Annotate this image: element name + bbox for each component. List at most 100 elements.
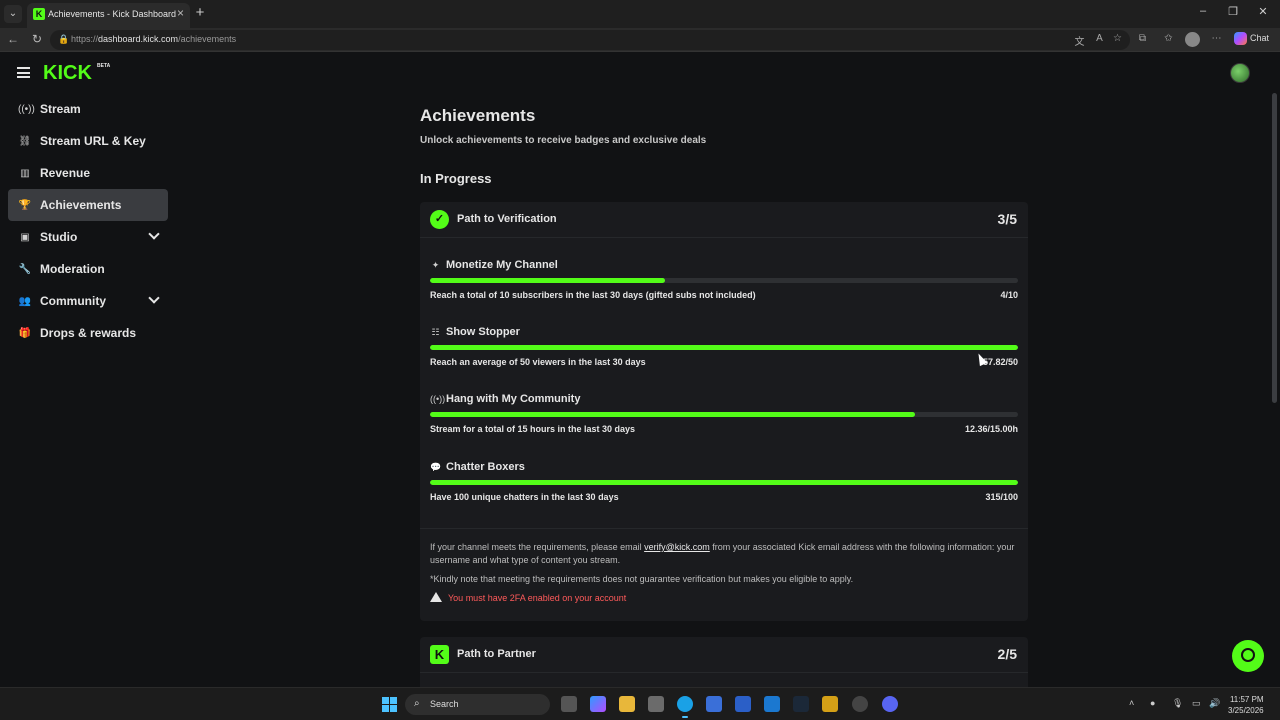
progress-fill (430, 412, 915, 417)
gift-icon: 🎁 (18, 327, 32, 339)
volume-icon[interactable]: 🔊 (1209, 698, 1220, 709)
sidebar-item-label: Community (40, 294, 106, 308)
sidebar-item-studio[interactable]: ▣ Studio (8, 221, 168, 253)
url-domain: dashboard.kick.com (98, 34, 179, 44)
progress-fill (430, 278, 666, 283)
sidebar-item-label: Stream URL & Key (40, 134, 146, 148)
viewers-icon: ☷ (431, 327, 440, 337)
achievement-name: Show Stopper (446, 326, 520, 338)
card-title: Path to Verification (457, 213, 557, 225)
chevron-down-icon[interactable] (148, 292, 160, 304)
hamburger-menu-icon[interactable] (17, 67, 30, 78)
sidebar-item-revenue[interactable]: ▥ Revenue (8, 157, 168, 189)
copilot-app-icon[interactable] (590, 696, 606, 712)
broadcast-icon: ((•)) (430, 394, 446, 404)
minimize-icon[interactable]: – (1195, 5, 1211, 17)
rockstar-app-icon[interactable] (822, 696, 838, 712)
kick-k-icon: K (430, 645, 449, 664)
favorite-star-icon[interactable]: ☆ (1111, 33, 1124, 44)
extensions-icon[interactable]: ⧉ (1136, 33, 1149, 44)
address-bar: ← ↻ 🔒 https://dashboard.kick.com/achieve… (0, 28, 1280, 52)
file-explorer-icon[interactable] (619, 696, 635, 712)
progress-fill (430, 480, 1018, 485)
card-header[interactable]: ✓ Path to Verification 3/5 (420, 202, 1028, 238)
link-icon: ⛓ (18, 135, 32, 147)
clock-date: 3/25/2026 (1228, 706, 1264, 715)
url-field[interactable]: 🔒 https://dashboard.kick.com/achievement… (50, 30, 1130, 50)
search-icon: ⌕ (414, 698, 420, 709)
verify-email-link[interactable]: verify@kick.com (644, 542, 710, 552)
taskbar-clock[interactable]: 11:57 PM 3/25/2026 (1228, 694, 1264, 716)
sidebar-item-label: Drops & rewards (40, 326, 137, 340)
card-count: 2/5 (997, 646, 1017, 662)
achievement-value: 315/100 (985, 492, 1018, 502)
sidebar-item-stream-url-key[interactable]: ⛓ Stream URL & Key (8, 125, 168, 157)
mail-app-icon[interactable] (764, 696, 780, 712)
more-menu-icon[interactable]: ⋯ (1210, 33, 1223, 44)
section-title: In Progress (420, 171, 492, 186)
top-bar: KICK BETA (0, 53, 1280, 95)
sidebar-item-community[interactable]: 👥 Community (8, 285, 168, 317)
progress-bar (430, 412, 1018, 417)
chat-label: Chat (1250, 32, 1270, 43)
scrollbar[interactable] (1272, 93, 1277, 403)
discord-app-icon[interactable] (882, 696, 898, 712)
sidebar-item-label: Stream (40, 102, 81, 116)
sidebar-item-stream[interactable]: ((•)) Stream (8, 93, 168, 125)
favorites-icon[interactable]: ✩ (1162, 33, 1175, 44)
card-header[interactable]: K Path to Partner 2/5 (420, 637, 1028, 673)
app-icon[interactable] (852, 696, 868, 712)
tab-list-chevron-icon[interactable]: ⌄ (4, 5, 22, 23)
copilot-icon (1234, 32, 1247, 45)
browser-profile-avatar[interactable] (1185, 32, 1200, 47)
achievement-description: Reach an average of 50 viewers in the la… (430, 357, 646, 367)
note-text: If your channel meets the requirements, … (430, 542, 645, 552)
browser-tab-strip: ⌄ K Achievements - Kick Dashboard × + – … (0, 0, 1280, 28)
user-avatar[interactable] (1230, 63, 1250, 83)
studio-icon: ▣ (20, 231, 30, 243)
read-aloud-icon[interactable]: A (1093, 33, 1106, 44)
progress-bar (430, 345, 1018, 350)
sidebar-item-drops-rewards[interactable]: 🎁 Drops & rewards (8, 317, 168, 349)
windows-taskbar: ⌕ Search ˄ ● 🎙 ▭ 🔊 11:57 PM 3/25/2026 (0, 687, 1280, 720)
task-view-icon[interactable] (561, 696, 577, 712)
kick-logo[interactable]: KICK (43, 62, 92, 85)
people-icon: 👥 (18, 295, 32, 307)
tray-app-icon[interactable]: ● (1150, 698, 1155, 708)
sidebar-item-achievements[interactable]: 🏆 Achievements (8, 189, 168, 221)
taskbar-search[interactable]: ⌕ Search (405, 694, 550, 715)
edge-browser-icon[interactable] (677, 696, 693, 718)
progress-bar (430, 278, 1018, 283)
store-app-icon[interactable] (706, 696, 722, 712)
settings-app-icon[interactable] (648, 696, 664, 712)
back-arrow-icon[interactable]: ← (6, 32, 20, 46)
lock-icon: 🔒 (58, 34, 70, 44)
steam-app-icon[interactable] (793, 696, 809, 712)
card-title: Path to Partner (457, 648, 536, 660)
broadcast-icon: ((•)) (18, 103, 35, 115)
windows-start-icon[interactable] (382, 697, 397, 712)
new-tab-plus-icon[interactable]: + (193, 4, 207, 21)
window-close-icon[interactable]: ✕ (1255, 5, 1271, 18)
network-icon[interactable]: ▭ (1192, 698, 1201, 709)
editor-app-icon[interactable] (735, 696, 751, 712)
translate-icon[interactable]: 文 (1073, 33, 1086, 48)
warning-text: You must have 2FA enabled on your accoun… (448, 593, 627, 603)
browser-tab[interactable]: K Achievements - Kick Dashboard × (27, 3, 190, 28)
tab-close-icon[interactable]: × (177, 6, 184, 20)
chevron-down-icon[interactable] (148, 228, 160, 240)
progress-bar (430, 480, 1018, 485)
verification-card: ✓ Path to Verification 3/5 ✦ Monetize My… (420, 202, 1028, 621)
achievement-name: Chatter Boxers (446, 461, 525, 473)
microphone-icon[interactable]: 🎙 (1172, 698, 1183, 709)
copilot-chat-button[interactable]: Chat (1234, 32, 1269, 45)
refresh-icon[interactable]: ↻ (30, 32, 44, 46)
achievement-value: 12.36/15.00h (964, 424, 1018, 434)
page-subtitle: Unlock achievements to receive badges an… (420, 135, 707, 146)
url-path: /achievements (178, 34, 237, 44)
support-headset-button[interactable] (1232, 640, 1264, 672)
main-header: Achievements Unlock achievements to rece… (420, 106, 1028, 186)
restore-icon[interactable]: ❐ (1225, 5, 1241, 18)
sidebar-item-moderation[interactable]: 🔧 Moderation (8, 253, 168, 285)
tray-chevron-up-icon[interactable]: ˄ (1129, 698, 1134, 708)
